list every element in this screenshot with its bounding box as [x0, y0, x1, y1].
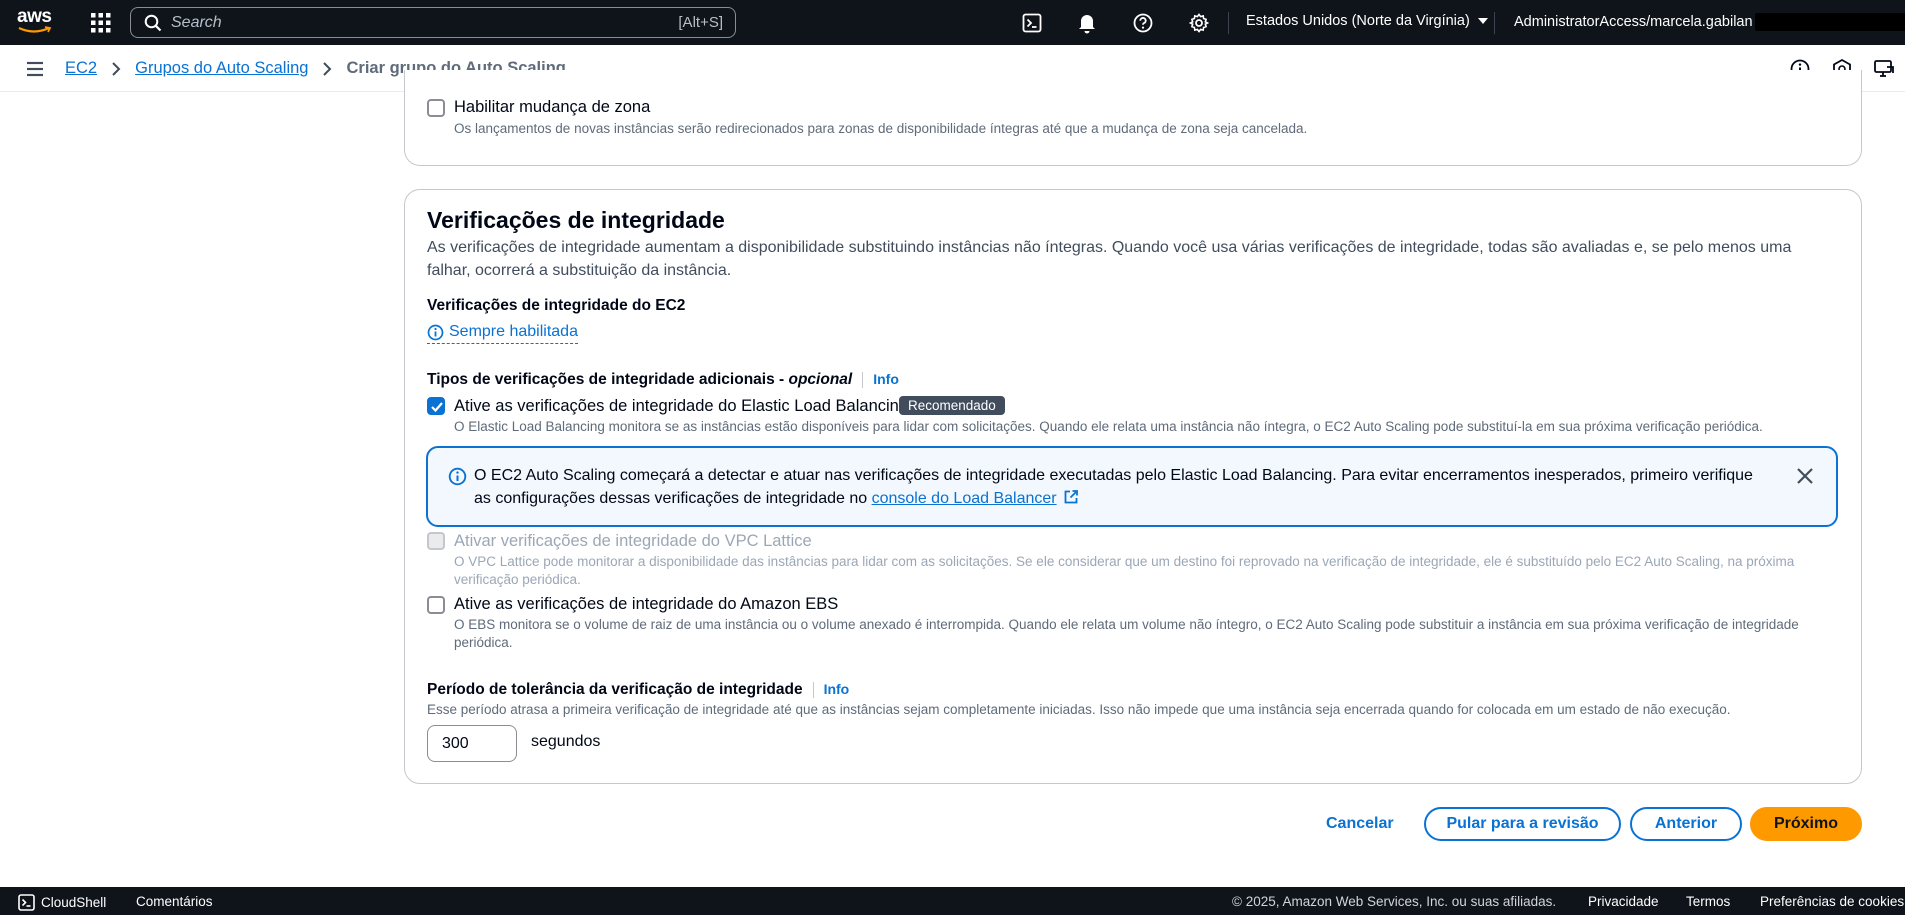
additional-health-heading: Tipos de verificações de integridade adi…: [427, 371, 899, 389]
aws-logo[interactable]: aws: [17, 6, 57, 36]
ec2-always-enabled-link[interactable]: Sempre habilitada: [427, 323, 578, 344]
feedback-screen-icon[interactable]: [1873, 58, 1895, 80]
cloudshell-footer-button[interactable]: CloudShell: [18, 894, 106, 911]
divider: [812, 681, 814, 698]
breadcrumb-auto-scaling-groups[interactable]: Grupos do Auto Scaling: [135, 59, 308, 78]
privacy-link[interactable]: Privacidade: [1588, 894, 1659, 909]
elb-health-checkbox[interactable]: [427, 397, 445, 415]
top-navigation: aws [Alt+S] Estados Un: [0, 0, 1905, 45]
search-input[interactable]: [171, 13, 651, 32]
close-icon[interactable]: [1794, 465, 1816, 487]
zone-shift-card: [404, 70, 1862, 166]
nav-divider: [1494, 12, 1495, 34]
ebs-health-label: Ative as verificações de integridade do …: [454, 595, 839, 613]
vpc-lattice-checkbox: [427, 532, 445, 550]
checkmark-icon: [431, 402, 443, 413]
ec2-always-enabled-text: Sempre habilitada: [449, 323, 578, 340]
account-label: AdministratorAccess/marcela.gabilan: [1514, 14, 1753, 30]
alert-text: O EC2 Auto Scaling começará a detectar e…: [474, 464, 1774, 510]
nav-divider: [1228, 12, 1229, 34]
optional-label: opcional: [788, 371, 853, 388]
elb-info-alert: O EC2 Auto Scaling começará a detectar e…: [426, 446, 1838, 527]
recommended-badge: Recomendado: [899, 396, 1005, 415]
load-balancer-console-link-text: console do Load Balancer: [871, 490, 1057, 507]
cloudshell-icon[interactable]: [1020, 11, 1044, 35]
footer-bar: CloudShell Comentários © 2025, Amazon We…: [0, 887, 1905, 915]
search-icon: [144, 14, 162, 31]
elb-health-label: Ative as verificações de integridade do …: [454, 397, 909, 415]
aws-smile-icon: [18, 26, 52, 33]
region-selector[interactable]: Estados Unidos (Norte da Virgínia): [1246, 13, 1488, 29]
hamburger-menu-icon[interactable]: [25, 60, 45, 78]
chevron-right-icon: [323, 61, 332, 76]
cloudshell-icon: [18, 894, 35, 911]
ec2-health-heading: Verificações de integridade do EC2: [427, 297, 686, 314]
search-shortcut: [Alt+S]: [678, 14, 723, 31]
health-checks-intro: As verificações de integridade aumentam …: [427, 239, 1792, 279]
region-label: Estados Unidos (Norte da Virgínia): [1246, 13, 1470, 29]
copyright-text: © 2025, Amazon Web Services, Inc. ou sua…: [1232, 894, 1557, 909]
grace-info-link[interactable]: Info: [824, 681, 850, 697]
caret-down-icon: [1477, 18, 1488, 24]
services-grid-icon[interactable]: [90, 12, 112, 34]
vpc-lattice-description: O VPC Lattice pode monitorar a disponibi…: [454, 554, 1795, 587]
grace-period-heading: Período de tolerância da verificação de …: [427, 681, 849, 699]
additional-info-link[interactable]: Info: [873, 371, 899, 387]
account-menu[interactable]: AdministratorAccess/marcela.gabilan: [1514, 13, 1905, 31]
aws-logo-text: aws: [17, 6, 52, 27]
zone-shift-description: Os lançamentos de novas instâncias serão…: [454, 121, 1308, 136]
divider: [862, 371, 864, 388]
redacted-account-id: [1754, 13, 1905, 31]
additional-heading-text: Tipos de verificações de integridade adi…: [427, 371, 789, 388]
breadcrumb-ec2[interactable]: EC2: [65, 59, 97, 78]
ebs-health-description: O EBS monitora se o volume de raiz de um…: [454, 617, 1799, 650]
info-circle-icon: [448, 467, 467, 486]
grace-period-units: segundos: [531, 733, 601, 750]
zone-shift-checkbox[interactable]: [427, 99, 445, 117]
grace-period-input[interactable]: [427, 725, 517, 762]
settings-gear-icon[interactable]: [1187, 11, 1211, 35]
vpc-lattice-label: Ativar verificações de integridade do VP…: [454, 532, 812, 550]
notifications-bell-icon[interactable]: [1075, 11, 1099, 35]
load-balancer-console-link[interactable]: console do Load Balancer: [872, 490, 1057, 507]
previous-button[interactable]: Anterior: [1630, 807, 1742, 841]
grace-period-description: Esse período atrasa a primeira verificaç…: [427, 702, 1731, 717]
next-button[interactable]: Próximo: [1750, 807, 1862, 841]
cancel-button[interactable]: Cancelar: [1326, 815, 1394, 833]
zone-shift-label: Habilitar mudança de zona: [454, 98, 651, 116]
elb-health-description: O Elastic Load Balancing monitora se as …: [454, 419, 1763, 434]
cookie-preferences-link[interactable]: Preferências de cookies: [1760, 894, 1904, 909]
chevron-right-icon: [112, 61, 121, 76]
terms-link[interactable]: Termos: [1686, 894, 1730, 909]
ebs-health-checkbox[interactable]: [427, 596, 445, 614]
external-link-icon[interactable]: [1063, 489, 1079, 505]
info-circle-icon: [427, 324, 444, 340]
skip-to-review-button[interactable]: Pular para a revisão: [1424, 807, 1621, 841]
help-icon[interactable]: [1131, 11, 1155, 35]
cloudshell-label: CloudShell: [41, 895, 107, 910]
alert-message: O EC2 Auto Scaling começará a detectar e…: [474, 467, 1753, 507]
search-box[interactable]: [Alt+S]: [130, 7, 736, 38]
health-checks-title: Verificações de integridade: [427, 207, 725, 233]
feedback-link[interactable]: Comentários: [136, 894, 213, 909]
grace-period-heading-text: Período de tolerância da verificação de …: [427, 681, 803, 698]
